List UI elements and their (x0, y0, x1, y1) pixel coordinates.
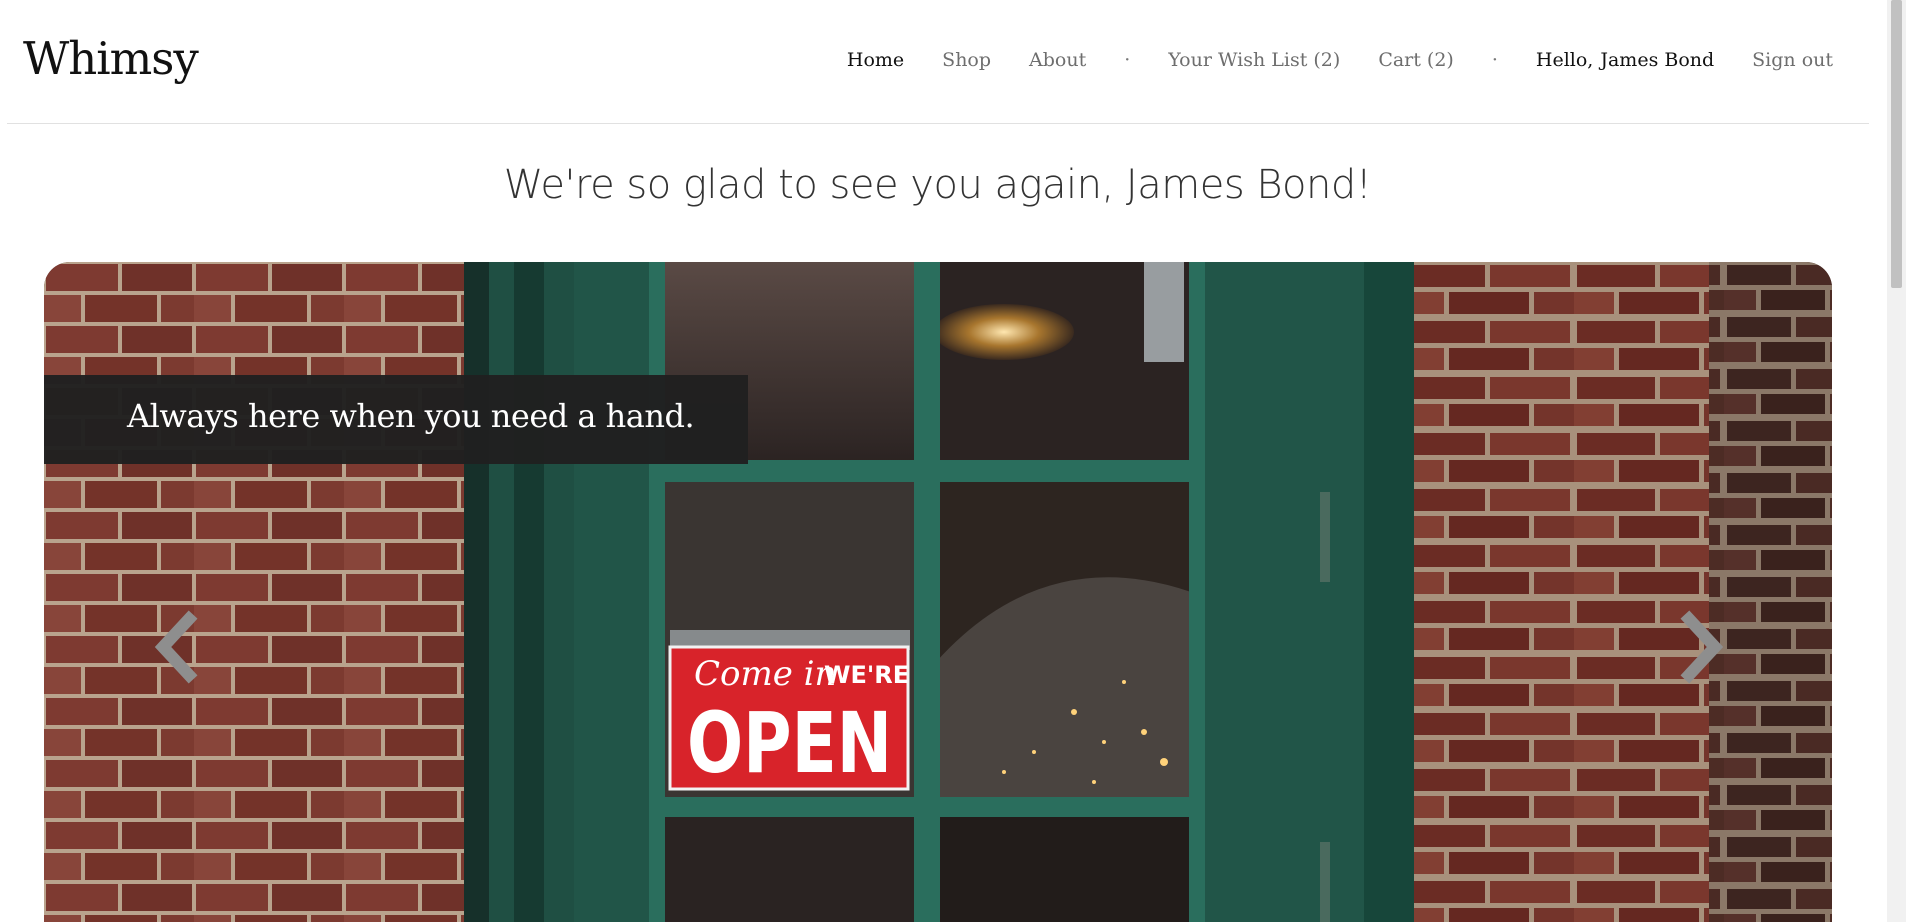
hero-caption: Always here when you need a hand. (44, 375, 748, 464)
user-greeting: Hello, James Bond (1536, 49, 1714, 71)
carousel-prev-button[interactable] (149, 607, 209, 687)
greeting-text: Hello, (1535, 49, 1594, 71)
scrollbar-thumb[interactable] (1891, 0, 1902, 288)
hero-image: Come in WE'RE OPEN (44, 262, 1832, 922)
main-nav: Home Shop About · Your Wish List (2) Car… (847, 49, 1833, 71)
nav-signout[interactable]: Sign out (1752, 49, 1833, 71)
open-sign: Come in WE'RE OPEN (668, 630, 910, 792)
sign-open: OPEN (687, 694, 892, 792)
site-logo[interactable]: Whimsy (23, 32, 199, 85)
nav-separator: · (1124, 49, 1131, 71)
site-header: Whimsy Home Shop About · Your Wish List … (7, 0, 1869, 124)
carousel-next-button[interactable] (1669, 607, 1729, 687)
page-scrollbar[interactable] (1887, 0, 1906, 922)
page: Whimsy Home Shop About · Your Wish List … (0, 0, 1906, 922)
user-name: James Bond (1600, 49, 1715, 71)
nav-separator: · (1491, 49, 1498, 71)
nav-cart[interactable]: Cart (2) (1378, 49, 1454, 71)
chevron-left-icon (154, 610, 198, 684)
nav-home[interactable]: Home (847, 49, 904, 71)
nav-wishlist[interactable]: Your Wish List (2) (1168, 49, 1340, 71)
chevron-right-icon (1680, 610, 1724, 684)
sign-come-in: Come in (694, 654, 836, 694)
hero-caption-text: Always here when you need a hand. (127, 397, 695, 435)
welcome-heading: We're so glad to see you again, James Bo… (503, 162, 1372, 208)
nav-about[interactable]: About (1029, 49, 1086, 71)
sign-were: WE'RE (824, 661, 909, 689)
hero-carousel[interactable]: Come in WE'RE OPEN Always here when you … (44, 262, 1832, 922)
nav-shop[interactable]: Shop (942, 49, 991, 71)
